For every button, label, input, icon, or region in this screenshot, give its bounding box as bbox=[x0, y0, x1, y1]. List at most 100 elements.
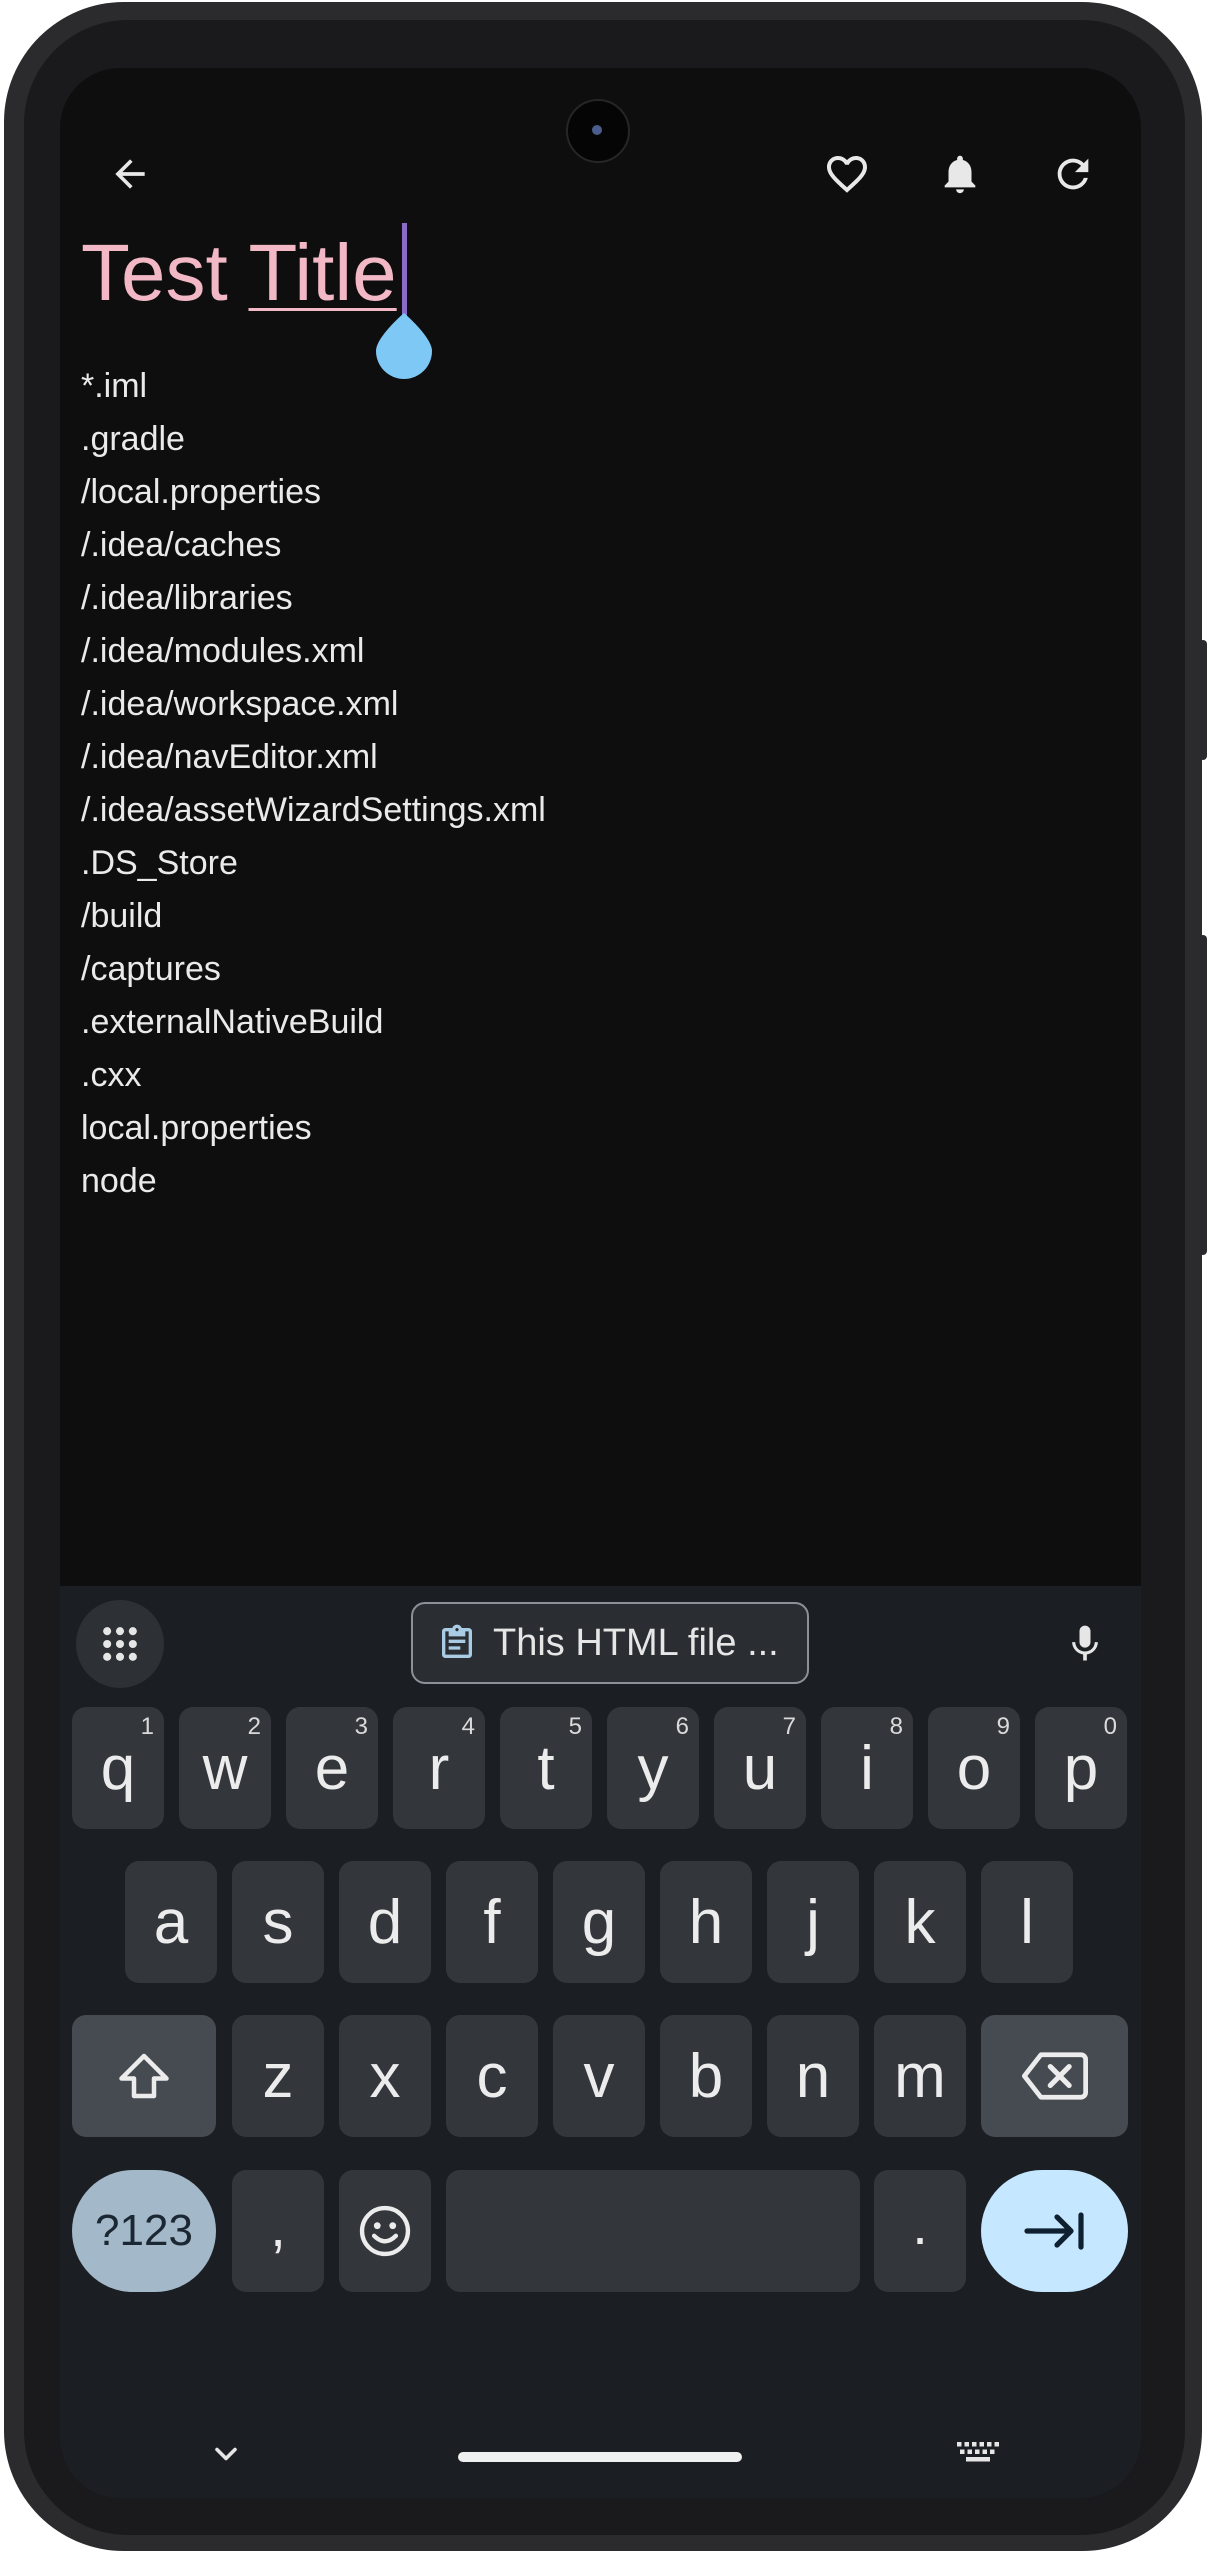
key-l[interactable]: l bbox=[981, 1861, 1073, 1983]
symbols-key[interactable]: ?123 bbox=[72, 2170, 216, 2292]
note-body-line: /local.properties bbox=[81, 473, 322, 511]
key-m[interactable]: m bbox=[874, 2015, 966, 2137]
key-hint: 9 bbox=[996, 1713, 1010, 1740]
key-label: r bbox=[428, 1733, 450, 1803]
arrow-left-icon bbox=[115, 159, 145, 189]
key-label: x bbox=[369, 2041, 401, 2111]
key-x[interactable]: x bbox=[339, 2015, 431, 2137]
period-key-label: . bbox=[912, 2192, 928, 2256]
key-hint: 1 bbox=[140, 1713, 154, 1740]
key-label: y bbox=[637, 1733, 669, 1803]
key-label: e bbox=[314, 1733, 350, 1803]
key-h[interactable]: h bbox=[660, 1861, 752, 1983]
reminder-button[interactable] bbox=[920, 134, 1000, 214]
key-s[interactable]: s bbox=[232, 1861, 324, 1983]
clipboard-suggestion-text: This HTML file ... bbox=[493, 1621, 779, 1664]
key-label: g bbox=[581, 1887, 617, 1957]
key-label: k bbox=[904, 1887, 936, 1957]
key-hint: 7 bbox=[782, 1713, 796, 1740]
key-label: w bbox=[202, 1733, 248, 1803]
key-c[interactable]: c bbox=[446, 2015, 538, 2137]
key-k[interactable]: k bbox=[874, 1861, 966, 1983]
key-label: s bbox=[262, 1887, 294, 1957]
note-body-line: /.idea/navEditor.xml bbox=[81, 738, 378, 776]
next-field-key[interactable] bbox=[981, 2170, 1128, 2292]
back-button[interactable] bbox=[90, 134, 170, 214]
note-body-line: /.idea/modules.xml bbox=[81, 632, 365, 670]
favorite-button[interactable] bbox=[807, 134, 887, 214]
key-w[interactable]: w2 bbox=[179, 1707, 271, 1829]
key-f[interactable]: f bbox=[446, 1861, 538, 1983]
key-label: t bbox=[537, 1733, 555, 1803]
chevron-down-icon[interactable] bbox=[208, 2436, 244, 2472]
key-label: v bbox=[583, 2041, 615, 2111]
shift-key[interactable] bbox=[72, 2015, 216, 2137]
key-t[interactable]: t5 bbox=[500, 1707, 592, 1829]
note-title-field[interactable]: Test Title bbox=[81, 218, 397, 328]
voice-input-button[interactable] bbox=[1050, 1604, 1120, 1684]
phone-frame: Test Title *.iml .gradle/local.properties… bbox=[0, 0, 1209, 2553]
key-d[interactable]: d bbox=[339, 1861, 431, 1983]
key-u[interactable]: u7 bbox=[714, 1707, 806, 1829]
key-g[interactable]: g bbox=[553, 1861, 645, 1983]
emoji-key[interactable] bbox=[339, 2170, 431, 2292]
key-label: o bbox=[956, 1733, 992, 1803]
key-label: z bbox=[262, 2041, 294, 2111]
key-e[interactable]: e3 bbox=[286, 1707, 378, 1829]
title-word-underlined: Title bbox=[248, 228, 397, 317]
backspace-key[interactable] bbox=[981, 2015, 1128, 2137]
note-body-line: .externalNativeBuild bbox=[81, 1003, 384, 1041]
refresh-button[interactable] bbox=[1033, 134, 1113, 214]
key-q[interactable]: q1 bbox=[72, 1707, 164, 1829]
keyboard-switch-icon[interactable] bbox=[954, 2436, 1002, 2472]
key-label: i bbox=[860, 1733, 874, 1803]
key-o[interactable]: o9 bbox=[928, 1707, 1020, 1829]
navigation-bar bbox=[60, 2386, 1141, 2498]
note-body-line: *.iml bbox=[81, 367, 148, 405]
key-j[interactable]: j bbox=[767, 1861, 859, 1983]
keyboard-toolbar: This HTML file ... bbox=[60, 1586, 1141, 1696]
key-a[interactable]: a bbox=[125, 1861, 217, 1983]
text-cursor bbox=[402, 223, 407, 319]
key-b[interactable]: b bbox=[660, 2015, 752, 2137]
bell-icon bbox=[944, 155, 976, 194]
key-label: q bbox=[100, 1733, 136, 1803]
title-word: Test bbox=[81, 228, 228, 317]
comma-key[interactable]: , bbox=[232, 2170, 324, 2292]
key-i[interactable]: i8 bbox=[821, 1707, 913, 1829]
screen: Test Title *.iml .gradle/local.properties… bbox=[60, 68, 1141, 2498]
key-label: n bbox=[795, 2041, 831, 2111]
key-label: m bbox=[894, 2041, 946, 2111]
key-v[interactable]: v bbox=[553, 2015, 645, 2137]
key-hint: 6 bbox=[675, 1713, 689, 1740]
key-p[interactable]: p0 bbox=[1035, 1707, 1127, 1829]
refresh-icon bbox=[1057, 158, 1089, 190]
note-body-line: local.properties bbox=[81, 1109, 312, 1147]
note-body-field[interactable]: *.iml .gradle/local.properties /.idea/cach… bbox=[81, 360, 546, 1208]
emoji-icon bbox=[359, 2205, 411, 2257]
note-body-line: node bbox=[81, 1162, 157, 1200]
shift-icon bbox=[119, 2053, 169, 2099]
key-hint: 0 bbox=[1103, 1713, 1117, 1740]
note-body-line: /.idea/workspace.xml bbox=[81, 685, 399, 723]
volume-button bbox=[1199, 935, 1207, 1255]
period-key[interactable]: . bbox=[874, 2170, 966, 2292]
tab-arrow-icon bbox=[1023, 2212, 1084, 2250]
key-z[interactable]: z bbox=[232, 2015, 324, 2137]
key-label: p bbox=[1063, 1733, 1099, 1803]
key-label: l bbox=[1020, 1887, 1034, 1957]
heart-outline-icon bbox=[827, 156, 867, 193]
key-y[interactable]: y6 bbox=[607, 1707, 699, 1829]
key-label: a bbox=[153, 1887, 189, 1957]
home-gesture-bar[interactable] bbox=[458, 2452, 742, 2462]
keyboard-apps-button[interactable] bbox=[76, 1600, 164, 1688]
key-label: c bbox=[476, 2041, 508, 2111]
clipboard-suggestion-chip[interactable]: This HTML file ... bbox=[411, 1602, 809, 1684]
key-label: j bbox=[806, 1887, 820, 1957]
note-body-line: /.idea/caches bbox=[81, 526, 282, 564]
note-body-line: /captures bbox=[81, 950, 221, 988]
key-n[interactable]: n bbox=[767, 2015, 859, 2137]
key-hint: 8 bbox=[889, 1713, 903, 1740]
space-key[interactable] bbox=[446, 2170, 860, 2292]
key-r[interactable]: r4 bbox=[393, 1707, 485, 1829]
